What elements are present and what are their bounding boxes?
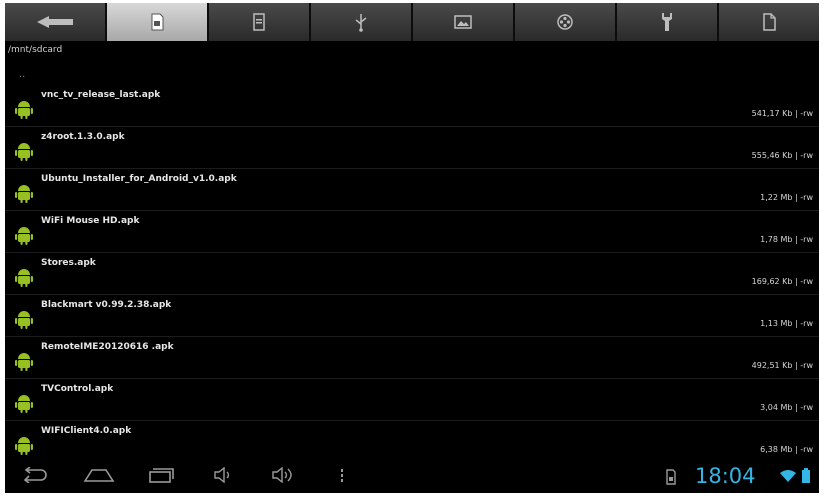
android-icon: [15, 269, 33, 287]
usb-icon: [355, 14, 367, 32]
toolbar: [5, 3, 819, 41]
wrench-icon: [662, 13, 672, 31]
android-icon: [15, 227, 33, 245]
back-icon[interactable]: [21, 467, 49, 483]
parent-directory-item[interactable]: ..: [19, 69, 25, 81]
battery-icon: [802, 468, 810, 483]
android-icon: [15, 143, 33, 161]
android-icon: [15, 353, 33, 371]
file-name: Ubuntu_Installer_for_Android_v1.0.apk: [41, 174, 237, 184]
file-size-permissions: 541,17 Kb | -rw: [751, 109, 813, 118]
file-size-permissions: 555,46 Kb | -rw: [751, 151, 813, 160]
file-size-permissions: 492,51 Kb | -rw: [751, 361, 813, 370]
sdcard-button[interactable]: [107, 3, 207, 41]
volume-up-icon[interactable]: [271, 467, 297, 483]
file-row[interactable]: RemoteIME20120616 .apk 492,51 Kb | -rw: [5, 337, 819, 379]
android-icon: [15, 311, 33, 329]
screen: /mnt/sdcard .. vnc_tv_release_last.apk 5…: [5, 3, 819, 493]
android-icon: [15, 101, 33, 119]
file-size-permissions: 3,04 Mb | -rw: [760, 403, 813, 412]
file-size-permissions: 1,13 Mb | -rw: [760, 319, 813, 328]
file-name: TVControl.apk: [41, 384, 114, 394]
sdcard-status-icon: [666, 469, 676, 485]
file-row[interactable]: TVControl.apk 3,04 Mb | -rw: [5, 379, 819, 421]
file-name: RemoteIME20120616 .apk: [41, 342, 174, 352]
file-size-permissions: 1,22 Mb | -rw: [760, 193, 813, 202]
usb-button[interactable]: [311, 3, 411, 41]
wifi-icon: [780, 470, 796, 482]
file-size-permissions: 6,38 Mb | -rw: [760, 445, 813, 454]
file-size-permissions: 169,62 Kb | -rw: [751, 277, 813, 286]
image-icon: [454, 15, 472, 29]
android-icon: [15, 395, 33, 413]
recent-apps-icon[interactable]: [147, 467, 175, 483]
file-name: vnc_tv_release_last.apk: [41, 90, 161, 100]
tools-button[interactable]: [617, 3, 717, 41]
home-icon[interactable]: [83, 467, 115, 483]
back-arrow-icon: [37, 16, 73, 28]
file-name: Stores.apk: [41, 258, 96, 268]
file-name: z4root.1.3.0.apk: [41, 132, 125, 142]
file-row[interactable]: z4root.1.3.0.apk 555,46 Kb | -rw: [5, 127, 819, 169]
android-icon: [15, 185, 33, 203]
image-button[interactable]: [413, 3, 513, 41]
file-name: WiFi Mouse HD.apk: [41, 216, 140, 226]
film-reel-icon: [557, 14, 573, 30]
internal-storage-icon: [253, 13, 265, 31]
status-clock: 18:04: [695, 464, 756, 488]
file-row[interactable]: vnc_tv_release_last.apk 541,17 Kb | -rw: [5, 85, 819, 127]
new-file-button[interactable]: [719, 3, 819, 41]
system-navigation-bar: 18:04: [5, 459, 819, 493]
android-icon: [15, 437, 33, 455]
file-name: WIFIClient4.0.apk: [41, 426, 132, 436]
file-list: vnc_tv_release_last.apk 541,17 Kb | -rw …: [5, 85, 819, 463]
media-button[interactable]: [515, 3, 615, 41]
file-size-permissions: 1,78 Mb | -rw: [760, 235, 813, 244]
internal-storage-button[interactable]: [209, 3, 309, 41]
back-button[interactable]: [5, 3, 105, 41]
sdcard-icon: [151, 13, 164, 31]
file-name: Blackmart v0.99.2.38.apk: [41, 300, 172, 310]
new-file-icon: [763, 13, 776, 31]
file-row[interactable]: Stores.apk 169,62 Kb | -rw: [5, 253, 819, 295]
menu-icon[interactable]: [339, 467, 345, 483]
file-row[interactable]: Blackmart v0.99.2.38.apk 1,13 Mb | -rw: [5, 295, 819, 337]
file-row[interactable]: Ubuntu_Installer_for_Android_v1.0.apk 1,…: [5, 169, 819, 211]
volume-down-icon[interactable]: [213, 467, 235, 483]
file-row[interactable]: WIFIClient4.0.apk 6,38 Mb | -rw: [5, 421, 819, 463]
current-path: /mnt/sdcard: [8, 45, 63, 55]
file-row[interactable]: WiFi Mouse HD.apk 1,78 Mb | -rw: [5, 211, 819, 253]
